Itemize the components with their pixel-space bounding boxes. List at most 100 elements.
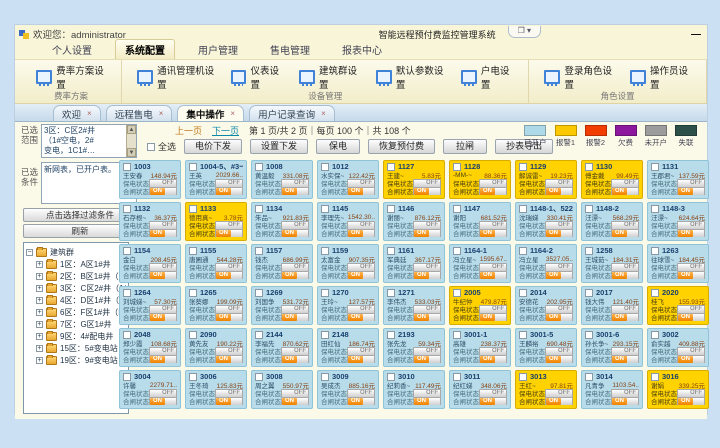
close-icon[interactable]: × [159, 109, 164, 118]
card-checkbox[interactable] [585, 331, 593, 339]
protect-status-toggle[interactable]: OFF [149, 221, 177, 229]
protect-status-toggle[interactable]: OFF [413, 305, 441, 313]
menu-item[interactable]: 个人设置 [43, 40, 101, 59]
switch-status-toggle[interactable]: ON [677, 355, 705, 363]
protect-status-toggle[interactable]: OFF [611, 221, 639, 229]
protect-status-toggle[interactable]: OFF [215, 221, 243, 229]
menu-item[interactable]: 系统配置 [115, 39, 175, 59]
switch-status-toggle[interactable]: ON [677, 313, 705, 321]
protect-status-toggle[interactable]: OFF [347, 179, 375, 187]
protect-status-toggle[interactable]: OFF [413, 179, 441, 187]
card-checkbox[interactable] [387, 289, 395, 297]
toolbar-button[interactable]: 拉闸 [443, 139, 487, 154]
card-checkbox[interactable] [387, 373, 395, 381]
switch-status-toggle[interactable]: ON [479, 313, 507, 321]
switch-status-toggle[interactable]: ON [545, 397, 573, 405]
switch-status-toggle[interactable]: ON [413, 313, 441, 321]
card-checkbox[interactable] [387, 205, 395, 213]
card-checkbox[interactable] [453, 247, 461, 255]
menu-item[interactable]: 报表中心 [333, 40, 391, 59]
card-checkbox[interactable] [651, 289, 659, 297]
expand-icon[interactable]: + [36, 357, 43, 364]
card-checkbox[interactable] [189, 247, 197, 255]
switch-status-toggle[interactable]: ON [347, 229, 375, 237]
menu-item[interactable]: 用户管理 [189, 40, 247, 59]
switch-status-toggle[interactable]: ON [611, 271, 639, 279]
protect-status-toggle[interactable]: OFF [677, 263, 705, 271]
card-checkbox[interactable] [123, 247, 131, 255]
protect-status-toggle[interactable]: OFF [677, 221, 705, 229]
tree-item[interactable]: +15区：5#变电站（3#变 [26, 342, 126, 354]
protect-status-toggle[interactable]: OFF [677, 347, 705, 355]
switch-status-toggle[interactable]: ON [611, 187, 639, 195]
card-checkbox[interactable] [519, 289, 527, 297]
protect-status-toggle[interactable]: OFF [149, 263, 177, 271]
card-checkbox[interactable] [123, 373, 131, 381]
ribbon-button[interactable]: 默认参数设置 [373, 61, 448, 93]
switch-status-toggle[interactable]: ON [611, 313, 639, 321]
toolbar-button[interactable]: 保电 [316, 139, 360, 154]
document-tab[interactable]: 欢迎× [53, 105, 101, 121]
tree-item[interactable]: +4区：D区1#井（D区1 [26, 294, 126, 306]
card-checkbox[interactable] [123, 205, 131, 213]
card-checkbox[interactable] [255, 289, 263, 297]
card-checkbox[interactable] [519, 205, 527, 213]
collapse-icon[interactable]: − [26, 249, 33, 256]
prev-page-link[interactable]: 上一页 [175, 124, 202, 137]
protect-status-toggle[interactable]: OFF [611, 389, 639, 397]
switch-status-toggle[interactable]: ON [413, 187, 441, 195]
card-checkbox[interactable] [255, 163, 263, 171]
expand-icon[interactable]: + [36, 321, 43, 328]
card-checkbox[interactable] [585, 247, 593, 255]
expand-icon[interactable]: + [36, 309, 43, 316]
ribbon-button[interactable]: 登录角色设置 [541, 61, 617, 93]
card-checkbox[interactable] [189, 163, 197, 171]
switch-status-toggle[interactable]: ON [215, 271, 243, 279]
scroll-down-icon[interactable]: ▼ [127, 148, 136, 157]
switch-status-toggle[interactable]: ON [281, 355, 309, 363]
switch-status-toggle[interactable]: ON [149, 397, 177, 405]
card-checkbox[interactable] [519, 247, 527, 255]
protect-status-toggle[interactable]: OFF [479, 221, 507, 229]
protect-status-toggle[interactable]: OFF [677, 179, 705, 187]
switch-status-toggle[interactable]: ON [413, 355, 441, 363]
switch-status-toggle[interactable]: ON [281, 271, 309, 279]
switch-status-toggle[interactable]: ON [677, 397, 705, 405]
card-checkbox[interactable] [189, 289, 197, 297]
close-icon[interactable]: × [321, 109, 326, 118]
card-checkbox[interactable] [585, 289, 593, 297]
protect-status-toggle[interactable]: OFF [545, 179, 573, 187]
switch-status-toggle[interactable]: ON [479, 271, 507, 279]
scroll-up-icon[interactable]: ▲ [127, 125, 136, 134]
card-checkbox[interactable] [321, 205, 329, 213]
protect-status-toggle[interactable]: OFF [149, 305, 177, 313]
card-checkbox[interactable] [585, 163, 593, 171]
card-checkbox[interactable] [453, 205, 461, 213]
protect-status-toggle[interactable]: OFF [215, 305, 243, 313]
listbox-scrollbar[interactable]: ▲ ▼ [126, 125, 136, 157]
switch-status-toggle[interactable]: ON [677, 187, 705, 195]
switch-status-toggle[interactable]: ON [149, 187, 177, 195]
protect-status-toggle[interactable]: OFF [149, 389, 177, 397]
card-checkbox[interactable] [255, 247, 263, 255]
selected-range-listbox[interactable]: 3区：C区2#井 （1#空电，2# 变电，1C1#… ▲ ▼ [41, 124, 137, 158]
protect-status-toggle[interactable]: OFF [611, 263, 639, 271]
card-checkbox[interactable] [585, 205, 593, 213]
switch-status-toggle[interactable]: ON [413, 271, 441, 279]
card-checkbox[interactable] [387, 163, 395, 171]
tree-item[interactable]: +3区：C区2#井（1#空 [26, 282, 126, 294]
protect-status-toggle[interactable]: OFF [479, 389, 507, 397]
card-checkbox[interactable] [651, 373, 659, 381]
protect-status-toggle[interactable]: OFF [149, 179, 177, 187]
switch-status-toggle[interactable]: ON [479, 397, 507, 405]
tree-item[interactable]: +6区：F区1#井（F区1# [26, 306, 126, 318]
card-checkbox[interactable] [453, 373, 461, 381]
protect-status-toggle[interactable]: OFF [677, 389, 705, 397]
toolbar-button[interactable]: 恢复预付费 [368, 139, 435, 154]
switch-status-toggle[interactable]: ON [347, 187, 375, 195]
protect-status-toggle[interactable]: OFF [413, 221, 441, 229]
close-icon[interactable]: × [230, 109, 235, 118]
switch-status-toggle[interactable]: ON [611, 229, 639, 237]
card-checkbox[interactable] [453, 163, 461, 171]
card-checkbox[interactable] [453, 289, 461, 297]
